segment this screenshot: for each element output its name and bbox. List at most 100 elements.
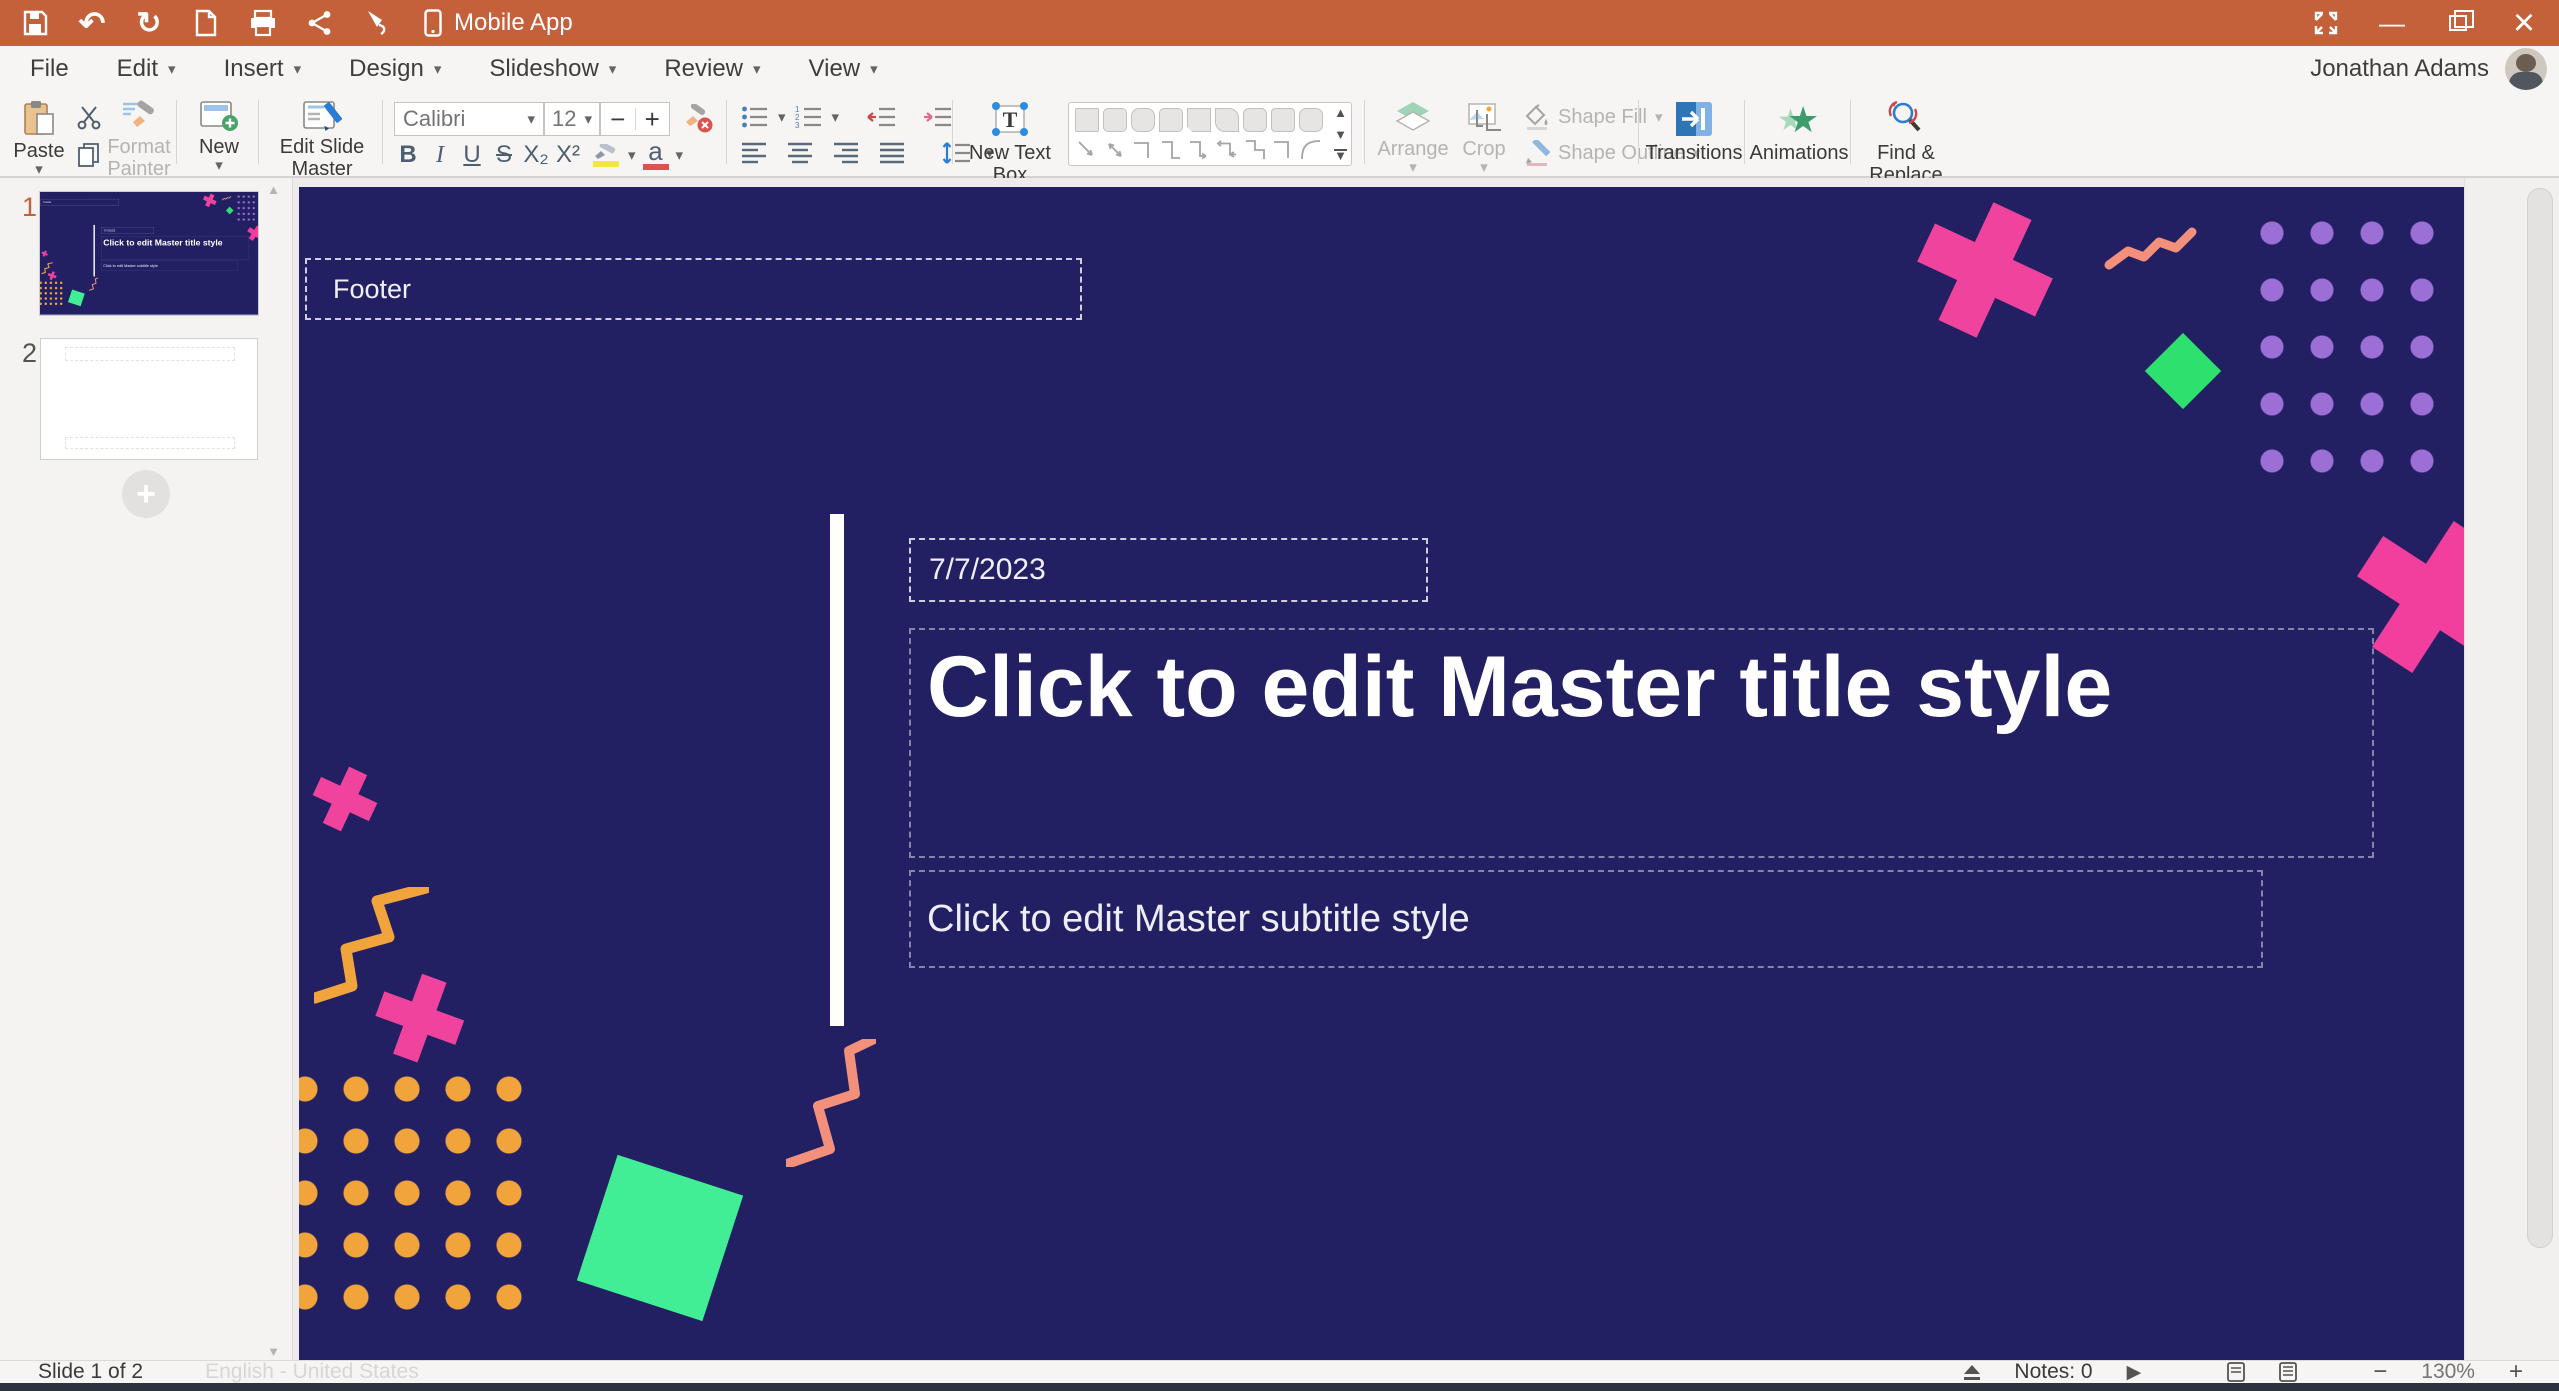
footer-placeholder[interactable]: Footer [305,258,1082,320]
shape-rect3-icon[interactable] [1299,108,1323,132]
transitions-button[interactable]: Transitions [1650,100,1738,164]
numbering-button[interactable]: 123 [792,102,826,132]
subtitle-placeholder[interactable]: Click to edit Master subtitle style [101,261,237,271]
shape-rounded-rectangle-icon[interactable] [1103,108,1127,132]
font-color-button[interactable]: a [636,138,676,172]
crop-button[interactable]: Crop ▾ [1456,100,1512,177]
slide-2-thumbnail[interactable] [40,338,258,460]
shape-rectangle-icon[interactable] [1075,108,1099,132]
align-right-button[interactable] [830,138,864,168]
normal-view-icon[interactable] [2227,1362,2245,1382]
connector-elbow-step-icon[interactable] [1159,138,1183,162]
chevron-down-icon[interactable]: ▾ [832,108,840,126]
add-slide-button[interactable]: + [122,470,170,518]
redo-icon[interactable]: ↻ [134,8,164,38]
font-name-select[interactable]: Calibri▾ [394,102,544,136]
menu-design[interactable]: Design▾ [325,46,465,92]
font-size-select[interactable]: 12▾ [544,102,600,136]
decrease-font-button[interactable]: − [601,104,635,135]
slide-1-thumbnail[interactable]: Footer 7/7/2023 Click to edit Master tit… [40,192,258,315]
save-icon[interactable] [20,8,50,38]
close-button[interactable]: × [2503,6,2545,40]
increase-font-button[interactable]: + [636,104,670,135]
zoom-in-button[interactable]: + [2509,1358,2523,1386]
connector-elbow-arrow-icon[interactable] [1187,138,1211,162]
new-slide-button[interactable]: New ▾ [186,100,252,175]
gallery-scroll-down-icon[interactable]: ▼ [1334,127,1347,142]
bullets-button[interactable] [738,102,772,132]
shape-snip-opposite-icon[interactable] [1215,108,1239,132]
chevron-down-icon[interactable]: ▾ [778,108,786,126]
fullscreen-button[interactable] [2305,6,2347,40]
highlight-color-button[interactable] [584,138,628,172]
chevron-down-icon[interactable]: ▾ [676,146,684,164]
align-center-button[interactable] [784,138,818,168]
copy-button[interactable] [72,140,106,170]
animations-button[interactable]: ★ ★ Animations [1754,100,1844,164]
connector-step-icon[interactable] [1271,138,1295,162]
find-replace-button[interactable]: Find & Replace [1860,100,1952,186]
share-icon[interactable] [305,8,335,38]
shape-rounded-icon[interactable] [1243,108,1267,132]
notes-count[interactable]: Notes: 0 [2014,1360,2092,1384]
undo-icon[interactable]: ↶ [77,8,107,38]
restore-button[interactable] [2437,6,2479,40]
connector-double-elbow-arrow-icon[interactable] [1215,138,1239,162]
footer-placeholder[interactable]: Footer [41,199,119,205]
title-placeholder[interactable]: Click to edit Master title style [101,236,249,259]
paste-button[interactable]: Paste ▾ [10,100,68,179]
subtitle-placeholder[interactable]: Click to edit Master subtitle style [909,870,2263,968]
decrease-indent-button[interactable] [865,102,899,132]
connector-stair-icon[interactable] [1243,138,1267,162]
clear-formatting-button[interactable] [682,104,714,134]
user-avatar[interactable] [2505,48,2547,90]
shape-rect2-icon[interactable] [1271,108,1295,132]
italic-button[interactable]: I [424,138,456,172]
justify-button[interactable] [876,138,910,168]
shape-round-rectangle-icon[interactable] [1131,108,1155,132]
shape-snip-corner-icon[interactable] [1159,108,1183,132]
format-painter-button[interactable]: Format Painter [108,100,170,180]
language-status[interactable]: English - United States [143,1360,419,1384]
connector-arrow-icon[interactable] [1075,138,1099,162]
menu-review[interactable]: Review▾ [640,46,784,92]
ink-pen-icon[interactable] [362,8,392,38]
menu-insert[interactable]: Insert▾ [200,46,326,92]
notes-expand-icon[interactable] [1964,1365,1980,1380]
underline-button[interactable]: U [456,138,488,172]
menu-file[interactable]: File [0,46,93,92]
edit-slide-master-button[interactable]: Edit Slide Master [268,100,376,180]
canvas-scrollbar-thumb[interactable] [2527,188,2553,1248]
outline-view-icon[interactable] [2279,1362,2297,1382]
connector-arc-icon[interactable] [1299,138,1323,162]
minimize-button[interactable]: — [2371,6,2413,40]
date-placeholder[interactable]: 7/7/2023 [101,227,153,233]
increase-indent-button[interactable] [921,102,955,132]
align-left-button[interactable] [738,138,772,168]
new-text-box-button[interactable]: T New Text Box [962,100,1058,186]
zoom-out-button[interactable]: − [2373,1358,2387,1386]
strikethrough-button[interactable]: S [488,138,520,172]
menu-edit[interactable]: Edit▾ [93,46,200,92]
panel-scroll-down-icon[interactable]: ▼ [267,1344,280,1359]
print-icon[interactable] [248,8,278,38]
arrange-button[interactable]: Arrange ▾ [1378,100,1448,177]
canvas-scrollbar-track[interactable] [2464,178,2559,1360]
gallery-scroll-up-icon[interactable]: ▲ [1334,105,1347,120]
superscript-button[interactable]: X² [552,138,584,172]
chevron-down-icon[interactable]: ▾ [628,146,636,164]
slide-canvas[interactable]: Footer 7/7/2023 Click to edit Master tit… [299,187,2464,1360]
connector-double-arrow-icon[interactable] [1103,138,1127,162]
panel-scroll-up-icon[interactable]: ▲ [267,182,280,197]
menu-slideshow[interactable]: Slideshow▾ [465,46,640,92]
connector-elbow-icon[interactable] [1131,138,1155,162]
gallery-more-icon[interactable]: ▼ [1334,149,1347,161]
menu-view[interactable]: View▾ [785,46,902,92]
bold-button[interactable]: B [392,138,424,172]
play-slideshow-button[interactable]: ▶ [2127,1361,2142,1384]
new-document-icon[interactable] [191,8,221,38]
title-placeholder[interactable]: Click to edit Master title style [909,628,2374,858]
cut-button[interactable] [72,102,106,132]
shape-snip-diagonal-icon[interactable] [1187,108,1211,132]
date-placeholder[interactable]: 7/7/2023 [909,538,1428,602]
